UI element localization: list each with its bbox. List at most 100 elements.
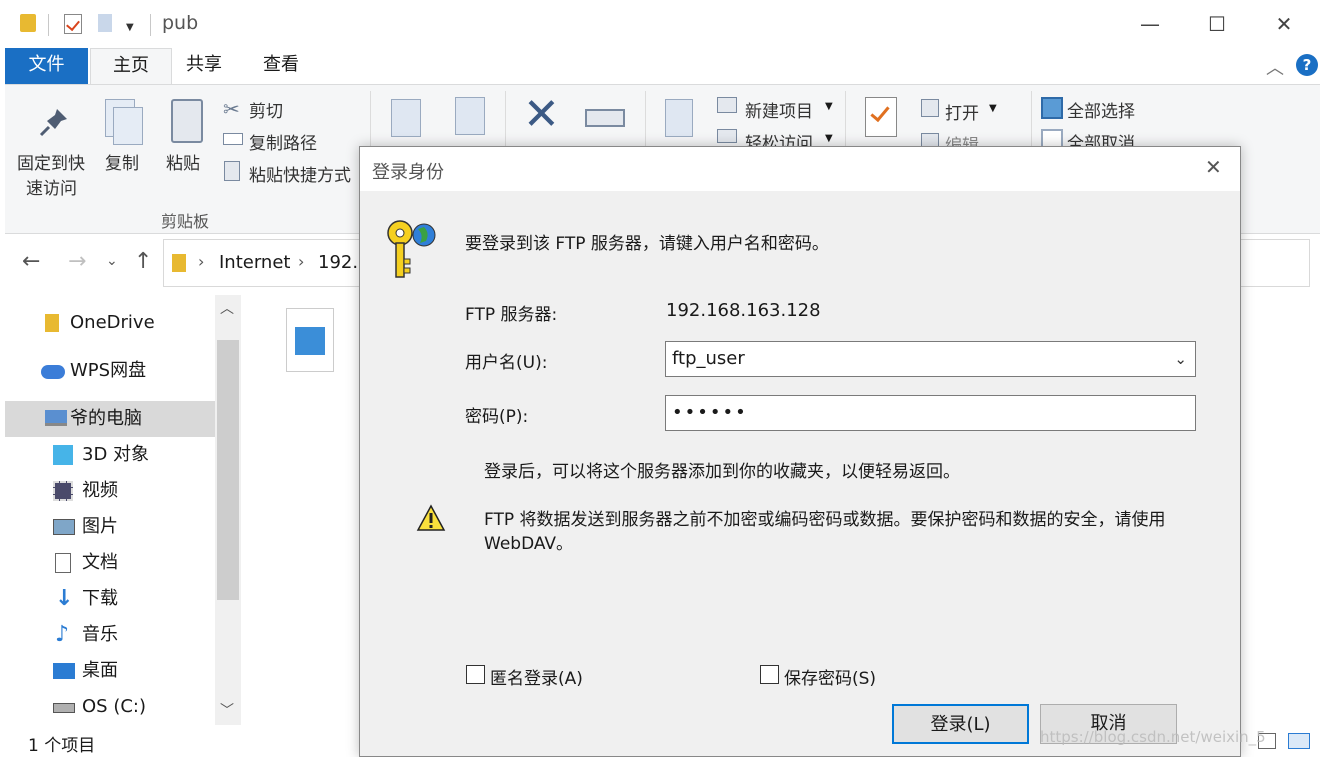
nav-item-desktop[interactable]: 桌面 bbox=[5, 653, 215, 689]
dialog-close-icon[interactable]: ✕ bbox=[1205, 155, 1222, 179]
nav-item-this-pc[interactable]: 爷的电脑 bbox=[5, 401, 215, 437]
paste-icon bbox=[171, 99, 203, 143]
nav-item-3d[interactable]: 3D 对象 bbox=[5, 437, 215, 473]
maximize-icon[interactable]: ☐ bbox=[1197, 8, 1237, 40]
window-title: pub bbox=[162, 12, 199, 34]
image-file-icon bbox=[295, 327, 325, 355]
chevron-right-icon[interactable]: › bbox=[198, 252, 204, 271]
tab-view[interactable]: 查看 bbox=[250, 48, 312, 84]
save-password-label[interactable]: 保存密码(S) bbox=[784, 664, 876, 689]
chevron-down-icon: ▼ bbox=[825, 133, 833, 144]
picture-icon bbox=[53, 519, 75, 535]
minimize-icon[interactable]: — bbox=[1130, 8, 1170, 40]
anonymous-label[interactable]: 匿名登录(A) bbox=[490, 664, 583, 689]
separator bbox=[48, 14, 49, 36]
login-dialog: 登录身份 ✕ 要登录到该 FTP 服务器，请键入用户名和密码。 FTP 服务器:… bbox=[359, 146, 1241, 757]
help-icon[interactable]: ? bbox=[1296, 54, 1318, 76]
nav-item-videos[interactable]: 视频 bbox=[5, 473, 215, 509]
copy-to-icon[interactable] bbox=[455, 97, 485, 135]
desktop-icon bbox=[53, 663, 75, 679]
info-text: 登录后，可以将这个服务器添加到你的收藏夹，以便轻易返回。 bbox=[484, 462, 960, 482]
tab-home[interactable]: 主页 bbox=[90, 48, 172, 84]
dialog-prompt: 要登录到该 FTP 服务器，请键入用户名和密码。 bbox=[465, 234, 829, 254]
up-icon[interactable]: ↑ bbox=[134, 249, 152, 274]
move-to-icon[interactable] bbox=[391, 99, 421, 137]
chevron-right-icon[interactable]: › bbox=[298, 252, 304, 271]
dialog-title: 登录身份 bbox=[372, 162, 444, 183]
nav-item-music[interactable]: ♪ 音乐 bbox=[5, 617, 215, 653]
download-icon: ↓ bbox=[55, 586, 74, 611]
login-button[interactable]: 登录(L) bbox=[892, 704, 1029, 744]
item-count: 1 个项目 bbox=[28, 736, 96, 756]
close-icon[interactable]: ✕ bbox=[1264, 8, 1304, 40]
scissors-icon: ✂ bbox=[223, 97, 240, 121]
paste-shortcut-icon bbox=[224, 161, 240, 181]
server-value: 192.168.163.128 bbox=[666, 300, 821, 321]
anonymous-checkbox[interactable] bbox=[466, 665, 485, 684]
chevron-down-icon[interactable]: ⌄ bbox=[1174, 342, 1187, 376]
navigation-pane: OneDrive WPS网盘 爷的电脑 3D 对象 视频 图片 文档 ↓ 下载 … bbox=[5, 295, 243, 725]
properties-icon[interactable] bbox=[64, 14, 82, 34]
scrollbar-thumb[interactable] bbox=[217, 340, 239, 600]
forward-icon[interactable]: → bbox=[68, 249, 86, 274]
open-icon bbox=[921, 99, 939, 117]
folder-icon bbox=[172, 254, 186, 272]
password-field[interactable]: •••••• bbox=[665, 395, 1196, 431]
cube-icon bbox=[53, 445, 73, 465]
cut-button[interactable]: 剪切 bbox=[249, 97, 283, 122]
tab-share[interactable]: 共享 bbox=[175, 48, 233, 84]
nav-item-pictures[interactable]: 图片 bbox=[5, 509, 215, 545]
nav-item-documents[interactable]: 文档 bbox=[5, 545, 215, 581]
username-combobox[interactable]: ftp_user ⌄ bbox=[665, 341, 1196, 377]
customize-toolbar-icon[interactable]: ▼ bbox=[126, 22, 134, 33]
nav-item-wps[interactable]: WPS网盘 bbox=[5, 353, 215, 389]
copy-icon-back bbox=[113, 107, 143, 145]
open-button[interactable]: 打开 bbox=[945, 99, 979, 124]
paste-shortcut-button[interactable]: 粘贴快捷方式 bbox=[249, 161, 351, 186]
delete-icon[interactable]: ✕ bbox=[523, 93, 560, 137]
cloud-icon bbox=[41, 365, 65, 379]
ribbon-tabs: 文件 主页 共享 查看 ︿ ? bbox=[0, 48, 1320, 84]
chevron-down-icon: ▼ bbox=[989, 103, 997, 114]
large-icons-view-icon[interactable] bbox=[1288, 733, 1310, 749]
music-icon: ♪ bbox=[55, 622, 70, 647]
edit-icon bbox=[921, 133, 939, 147]
copy-button[interactable]: 复制 bbox=[105, 149, 139, 174]
separator bbox=[150, 14, 151, 36]
back-icon[interactable]: ← bbox=[22, 249, 40, 274]
pin-quick-access-label[interactable]: 固定到快 bbox=[17, 149, 85, 174]
nav-item-onedrive[interactable]: OneDrive bbox=[5, 305, 215, 341]
clipboard-group-label: 剪贴板 bbox=[161, 212, 210, 231]
password-label: 密码(P): bbox=[465, 407, 529, 427]
new-folder-big-icon[interactable] bbox=[665, 99, 693, 137]
title-bar: ▼ pub — ☐ ✕ bbox=[0, 0, 1320, 48]
scroll-up-icon[interactable]: ︿ bbox=[220, 298, 234, 318]
select-all-button[interactable]: 全部选择 bbox=[1067, 97, 1135, 122]
username-value: ftp_user bbox=[672, 348, 745, 369]
file-icon[interactable] bbox=[286, 308, 334, 372]
collapse-ribbon-icon[interactable]: ︿ bbox=[1266, 54, 1284, 80]
paste-button[interactable]: 粘贴 bbox=[166, 149, 200, 174]
server-label: FTP 服务器: bbox=[465, 305, 558, 325]
nav-item-drive-c[interactable]: OS (C:) bbox=[5, 689, 215, 725]
rename-icon[interactable] bbox=[585, 109, 625, 127]
new-item-icon bbox=[717, 97, 737, 113]
pin-icon bbox=[39, 109, 67, 137]
select-all-icon bbox=[1041, 97, 1063, 119]
breadcrumb-internet[interactable]: Internet bbox=[219, 252, 290, 273]
warning-text-line2: WebDAV。 bbox=[484, 534, 574, 554]
scroll-down-icon[interactable]: ﹀ bbox=[220, 700, 234, 720]
new-item-button[interactable]: 新建项目 bbox=[745, 97, 813, 122]
copy-path-button[interactable]: 复制路径 bbox=[249, 129, 317, 154]
save-password-checkbox[interactable] bbox=[760, 665, 779, 684]
computer-icon bbox=[45, 410, 67, 426]
recent-locations-icon[interactable]: ⌄ bbox=[106, 253, 118, 269]
username-label: 用户名(U): bbox=[465, 353, 548, 373]
pin-quick-access-label-2[interactable]: 速访问 bbox=[26, 174, 77, 199]
nav-item-downloads[interactable]: ↓ 下载 bbox=[5, 581, 215, 617]
tab-file[interactable]: 文件 bbox=[5, 48, 88, 84]
folder-icon bbox=[20, 14, 36, 32]
watermark: https://blog.csdn.net/weixin_5 bbox=[1040, 728, 1266, 746]
new-folder-icon[interactable] bbox=[98, 14, 112, 32]
key-icon bbox=[387, 220, 436, 278]
